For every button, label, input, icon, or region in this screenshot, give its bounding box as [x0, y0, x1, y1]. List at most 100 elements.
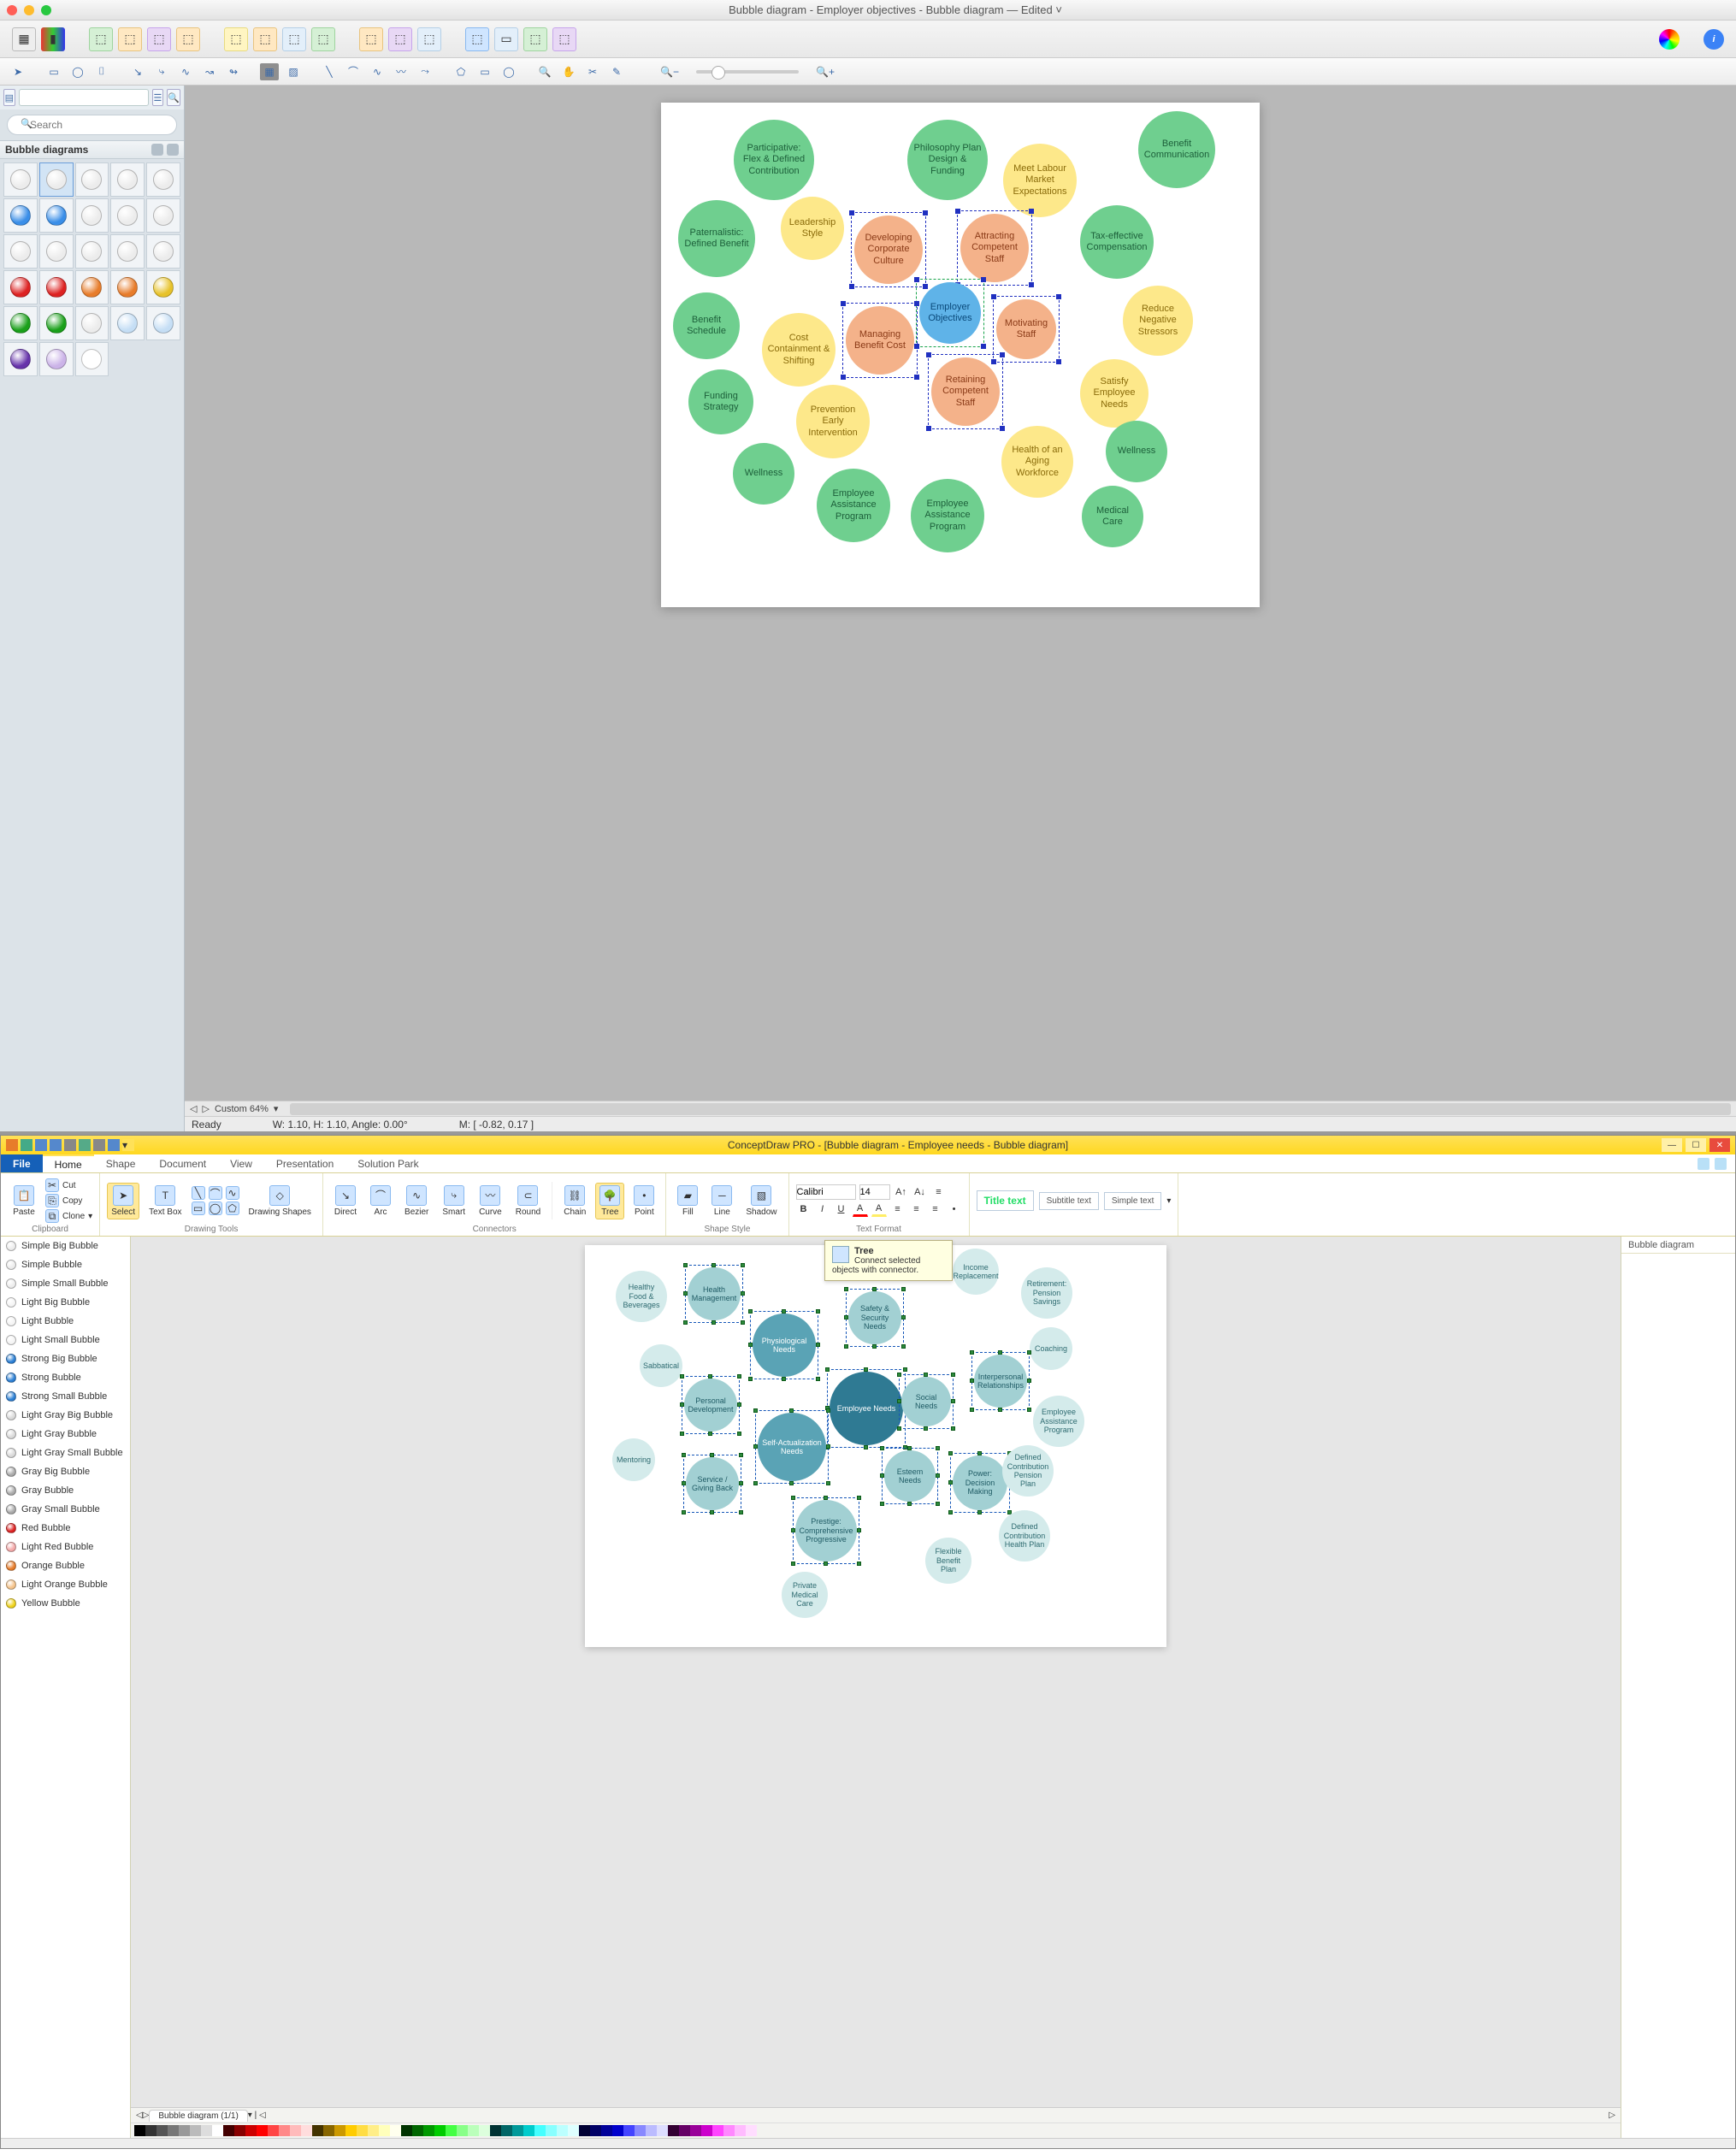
color-swatch[interactable] [590, 2125, 601, 2136]
bubble[interactable]: Defined Contribution Pension Plan [1002, 1445, 1054, 1497]
tool-icon[interactable]: ∿ [226, 1186, 239, 1200]
align-center-icon[interactable]: ≡ [909, 1201, 924, 1217]
color-swatch[interactable] [446, 2125, 457, 2136]
color-swatch[interactable] [401, 2125, 412, 2136]
palette-shape[interactable] [110, 270, 145, 304]
palette-shape[interactable] [110, 306, 145, 340]
color-swatch[interactable] [468, 2125, 479, 2136]
qat-icon[interactable] [79, 1139, 91, 1151]
curve-button[interactable]: 〰Curve [475, 1183, 506, 1219]
color-swatch[interactable] [746, 2125, 757, 2136]
subtitle-style[interactable]: Subtitle text [1039, 1192, 1099, 1210]
library-item[interactable]: Strong Bubble [1, 1368, 130, 1387]
win-canvas[interactable]: Tree Connect selected objects with conne… [131, 1237, 1621, 2107]
win-titlebar[interactable]: ▾ ConceptDraw PRO - [Bubble diagram - Em… [1, 1136, 1735, 1154]
color-swatch[interactable] [168, 2125, 179, 2136]
bezier-button[interactable]: ∿Bezier [400, 1183, 433, 1219]
library-item[interactable]: Light Gray Big Bubble [1, 1406, 130, 1425]
color-swatch[interactable] [290, 2125, 301, 2136]
hierarchy-icon[interactable]: ⬚ [176, 27, 200, 51]
library-item[interactable]: Simple Big Bubble [1, 1237, 130, 1255]
library-item[interactable]: Light Bubble [1, 1312, 130, 1331]
color-swatch[interactable] [268, 2125, 279, 2136]
palette-shape[interactable] [39, 198, 74, 233]
color-swatch[interactable] [334, 2125, 345, 2136]
bubble-satisfy[interactable]: Satisfy Employee Needs [1080, 359, 1148, 428]
list-view-icon[interactable]: ☰ [152, 89, 164, 106]
color-swatch[interactable] [257, 2125, 268, 2136]
shape-icon[interactable]: ▭ [475, 63, 494, 80]
mac-titlebar[interactable]: Bubble diagram - Employer objectives - B… [0, 0, 1736, 21]
connector-icon[interactable]: ∿ [176, 63, 195, 80]
minimize-window-icon[interactable] [24, 5, 34, 15]
zoom-slider[interactable] [696, 70, 799, 74]
flowchart-icon[interactable]: ⬚ [147, 27, 171, 51]
palette-shape[interactable] [75, 198, 109, 233]
qat-icon[interactable] [64, 1139, 76, 1151]
toolbar-icon[interactable]: ⬚ [282, 27, 306, 51]
smart-button[interactable]: ⤷Smart [438, 1183, 469, 1219]
color-swatch[interactable] [635, 2125, 646, 2136]
line-icon[interactable]: ∿ [368, 63, 387, 80]
search-icon[interactable]: 🔍 [167, 89, 180, 106]
color-swatch[interactable] [612, 2125, 623, 2136]
zoom-in-icon[interactable]: 🔍+ [816, 63, 835, 80]
line-icon[interactable]: ╲ [320, 63, 339, 80]
library-item[interactable]: Gray Bubble [1, 1481, 130, 1500]
tree-layout-icon[interactable]: ⬚ [89, 27, 113, 51]
bubble-meet-labour[interactable]: Meet Labour Market Expectations [1003, 144, 1077, 217]
font-size-select[interactable] [859, 1184, 890, 1200]
bubble-tax[interactable]: Tax-effective Compensation [1080, 205, 1154, 279]
drawing-shapes-button[interactable]: ◇Drawing Shapes [245, 1183, 316, 1219]
bubble-eap1[interactable]: Employee Assistance Program [817, 469, 890, 542]
qat-redo-icon[interactable] [50, 1139, 62, 1151]
tool-icon-selected[interactable]: ▦ [260, 63, 279, 80]
bullets-icon[interactable]: • [947, 1201, 962, 1217]
library-item[interactable]: Light Orange Bubble [1, 1575, 130, 1594]
maximize-icon[interactable]: ☐ [1686, 1138, 1706, 1152]
color-swatch[interactable] [379, 2125, 390, 2136]
palette-shape[interactable] [75, 234, 109, 269]
italic-button[interactable]: I [815, 1201, 830, 1217]
bubble-philosophy[interactable]: Philosophy Plan Design & Funding [907, 120, 988, 200]
zoom-icon[interactable]: 🔍 [535, 63, 554, 80]
color-swatch[interactable] [423, 2125, 434, 2136]
palette-shape[interactable] [146, 270, 180, 304]
color-swatch[interactable] [323, 2125, 334, 2136]
bold-button[interactable]: B [796, 1201, 812, 1217]
bubble[interactable]: Private Medical Care [782, 1572, 828, 1618]
selection-box[interactable] [851, 212, 926, 287]
color-swatch[interactable] [201, 2125, 212, 2136]
shape-icon[interactable]: ◯ [499, 63, 518, 80]
copy-button[interactable]: ⎘Copy [45, 1194, 92, 1207]
palette-shape[interactable] [39, 234, 74, 269]
panel-filter-input[interactable] [19, 89, 149, 106]
color-swatch[interactable] [390, 2125, 401, 2136]
align-left-icon[interactable]: ≡ [890, 1201, 906, 1217]
color-swatch[interactable] [735, 2125, 746, 2136]
align-right-icon[interactable]: ≡ [928, 1201, 943, 1217]
toolbar-icon[interactable]: ▦ [12, 27, 36, 51]
selection-box[interactable] [827, 1369, 906, 1448]
color-swatch[interactable] [357, 2125, 368, 2136]
palette-shape[interactable] [75, 306, 109, 340]
selection-box[interactable] [916, 279, 984, 347]
palette-shape[interactable] [3, 342, 38, 376]
win-drawing-page[interactable]: Tree Connect selected objects with conne… [585, 1245, 1166, 1647]
color-swatch[interactable] [490, 2125, 501, 2136]
library-item[interactable]: Gray Small Bubble [1, 1500, 130, 1519]
bubble[interactable]: Mentoring [612, 1438, 655, 1481]
palette-shape[interactable] [3, 234, 38, 269]
library-item[interactable]: Red Bubble [1, 1519, 130, 1538]
tree setConnector-button[interactable]: 🌳Tree [595, 1183, 624, 1219]
toolbar-icon[interactable]: ⬚ [388, 27, 412, 51]
library-item[interactable]: Light Small Bubble [1, 1331, 130, 1349]
color-swatch[interactable] [546, 2125, 557, 2136]
palette-shape[interactable] [39, 162, 74, 197]
bubble-paternalistic[interactable]: Paternalistic: Defined Benefit [678, 200, 755, 277]
paste-button[interactable]: 📋Paste [8, 1183, 40, 1219]
palette-shape[interactable] [146, 306, 180, 340]
styles-more-icon[interactable]: ▾ [1166, 1196, 1171, 1206]
color-swatch[interactable] [345, 2125, 357, 2136]
palette-shape[interactable] [39, 342, 74, 376]
